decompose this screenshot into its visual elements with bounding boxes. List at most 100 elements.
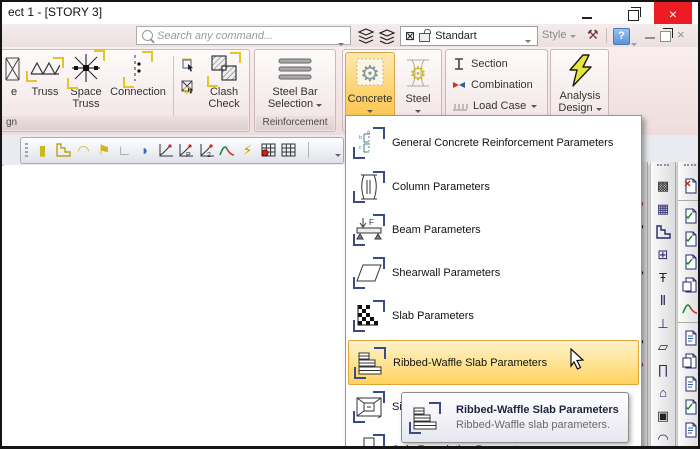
separator: [606, 28, 607, 43]
toolbar-overflow-arrow[interactable]: [335, 144, 341, 162]
check-report-doc-icon-2[interactable]: [678, 227, 700, 250]
help-button[interactable]: ?: [613, 28, 630, 45]
analysis-graph-icon[interactable]: [156, 141, 175, 159]
spectrum-curve-icon[interactable]: [218, 141, 237, 159]
child-close-button[interactable]: ×: [677, 27, 685, 42]
steel-bar-selection-button[interactable]: Steel Bar Selection: [263, 52, 327, 110]
analysis-design-label-1: Analysis: [560, 90, 601, 102]
combination-icon: [452, 78, 466, 92]
beam-report-doc-icon[interactable]: [678, 326, 700, 349]
select-add-button[interactable]: [177, 54, 199, 76]
paste-report-doc-icon[interactable]: [678, 174, 700, 197]
quick-access-toolbar: Search any command... ⊠ Standart Style ⚒…: [2, 24, 698, 48]
application-window: ect 1 - [STORY 3] × Search any command..…: [0, 0, 700, 449]
pointer-flag-icon[interactable]: ⚑: [95, 141, 114, 159]
toolbar-grip[interactable]: [657, 164, 669, 173]
checker-slab-icon[interactable]: ▩: [651, 174, 675, 197]
toolbar-grip[interactable]: [25, 143, 28, 158]
second-order-graph-icon[interactable]: 2: [197, 141, 216, 159]
title-bar: ect 1 - [STORY 3]: [2, 2, 698, 24]
stair-tool-icon[interactable]: [54, 141, 73, 159]
command-search-input[interactable]: Search any command...: [136, 26, 351, 45]
foundation-icon[interactable]: ⌂: [651, 381, 675, 404]
layer-list-icon[interactable]: [357, 27, 375, 44]
menu-item-column-parameters[interactable]: Column Parameters: [348, 165, 639, 208]
combination-button[interactable]: Combination: [452, 76, 533, 94]
waffle-report-doc-icon[interactable]: [678, 372, 700, 395]
concrete-label: Concrete: [348, 93, 393, 105]
child-minimize-button[interactable]: [645, 29, 655, 42]
minimize-button[interactable]: [576, 6, 598, 22]
settings-tool-icon[interactable]: ⚒: [587, 27, 599, 43]
restore-button[interactable]: [622, 6, 644, 22]
standart-selector[interactable]: ⊠ Standart: [400, 26, 538, 46]
load-case-button[interactable]: Load Case: [452, 97, 537, 115]
steel-bar-label-1: Steel Bar: [272, 86, 317, 98]
shearwall-panel-icon[interactable]: ▱: [651, 335, 675, 358]
waffle-mode-icon[interactable]: [259, 141, 278, 159]
arch-bridge-icon[interactable]: ◠: [651, 427, 675, 448]
svg-text:⚙: ⚙: [409, 64, 426, 85]
search-icon: [142, 30, 153, 41]
search-dropdown-arrow[interactable]: [338, 33, 345, 38]
frame-button-truncated[interactable]: e: [3, 52, 25, 98]
separator: [678, 319, 700, 326]
steel-bar-label-2: Selection: [268, 98, 322, 110]
group-label-design: gn: [0, 116, 248, 130]
steel-dropdown-arrow: [415, 110, 421, 113]
truss-button[interactable]: Truss: [27, 52, 63, 98]
menu-item-shearwall-parameters[interactable]: Shearwall Parameters: [348, 251, 639, 294]
standart-dropdown-arrow[interactable]: [525, 34, 532, 39]
steel-label: Steel: [405, 93, 430, 105]
run-analysis-bolt-icon[interactable]: ⚡: [238, 141, 257, 159]
group-label-reinforcement: Reinforcement: [256, 116, 334, 130]
menu-item-general-concrete-reinforcement[interactable]: bca General Concrete Reinforcement Param…: [348, 121, 639, 164]
space-truss-button[interactable]: Space Truss: [65, 52, 107, 110]
angle-tool-icon[interactable]: ∟: [115, 141, 134, 159]
footing-icon[interactable]: ⊥: [651, 312, 675, 335]
load-case-arrow: [531, 105, 537, 108]
layer-stack-icon[interactable]: [378, 27, 396, 44]
rainbow-beam-icon[interactable]: [678, 296, 700, 319]
connection-label: Connection: [110, 86, 166, 98]
ribbed-slab-icon[interactable]: [651, 220, 675, 243]
clash-check-button[interactable]: Clash Check: [201, 52, 247, 110]
building-report-doc-icon[interactable]: [678, 418, 700, 441]
toolbar-grip[interactable]: [684, 164, 696, 173]
select-remove-button[interactable]: [177, 76, 199, 98]
column-report-doc-icon[interactable]: [678, 395, 700, 418]
menu-item-ribbed-waffle-slab-parameters[interactable]: Ribbed-Waffle Slab Parameters: [348, 340, 639, 385]
frame-label: e: [11, 86, 17, 98]
load-case-icon: [452, 100, 468, 112]
dome-tool-icon[interactable]: ◠: [74, 141, 93, 159]
svg-text:c: c: [359, 145, 362, 151]
child-restore-button[interactable]: [660, 29, 671, 43]
docs-pair-icon[interactable]: [678, 349, 700, 372]
connection-button[interactable]: Connection: [107, 52, 169, 98]
mouse-cursor: [568, 348, 588, 370]
window-title: ect 1 - [STORY 3]: [8, 5, 102, 19]
menu-item-beam-parameters[interactable]: F Beam Parameters: [348, 208, 639, 251]
section-button[interactable]: Section: [452, 55, 508, 73]
p-delta-graph-icon[interactable]: P: [177, 141, 196, 159]
menu-item-slab-parameters[interactable]: Slab Parameters: [348, 294, 639, 337]
column-section-icon[interactable]: Ⅱ: [651, 289, 675, 312]
u-channel-icon[interactable]: ∏: [651, 358, 675, 381]
load-case-label: Load Case: [473, 100, 526, 112]
tooltip-ribbed-waffle-icon: [410, 403, 440, 433]
polygon-slab-icon[interactable]: ◗: [136, 141, 155, 159]
svg-text:F: F: [369, 218, 374, 227]
boxed-frame-icon[interactable]: ▣: [651, 404, 675, 427]
separator: [678, 197, 700, 204]
tooltip: Ribbed-Waffle Slab Parameters Ribbed-Waf…: [401, 392, 629, 443]
grid-table-icon[interactable]: [279, 141, 298, 159]
check-report-doc-icon-3[interactable]: [678, 250, 700, 273]
waffle-block-icon[interactable]: ⊞: [651, 243, 675, 266]
hatch-grid-icon[interactable]: ▦: [651, 197, 675, 220]
analysis-design-button[interactable]: Analysis Design: [555, 52, 605, 114]
column-tool-icon[interactable]: ▮: [33, 141, 52, 159]
check-report-doc-icon-1[interactable]: [678, 204, 700, 227]
copy-docs-icon[interactable]: [678, 273, 700, 296]
style-dropdown[interactable]: Style: [542, 29, 576, 41]
beam-load-icon[interactable]: Ŧ: [651, 266, 675, 289]
